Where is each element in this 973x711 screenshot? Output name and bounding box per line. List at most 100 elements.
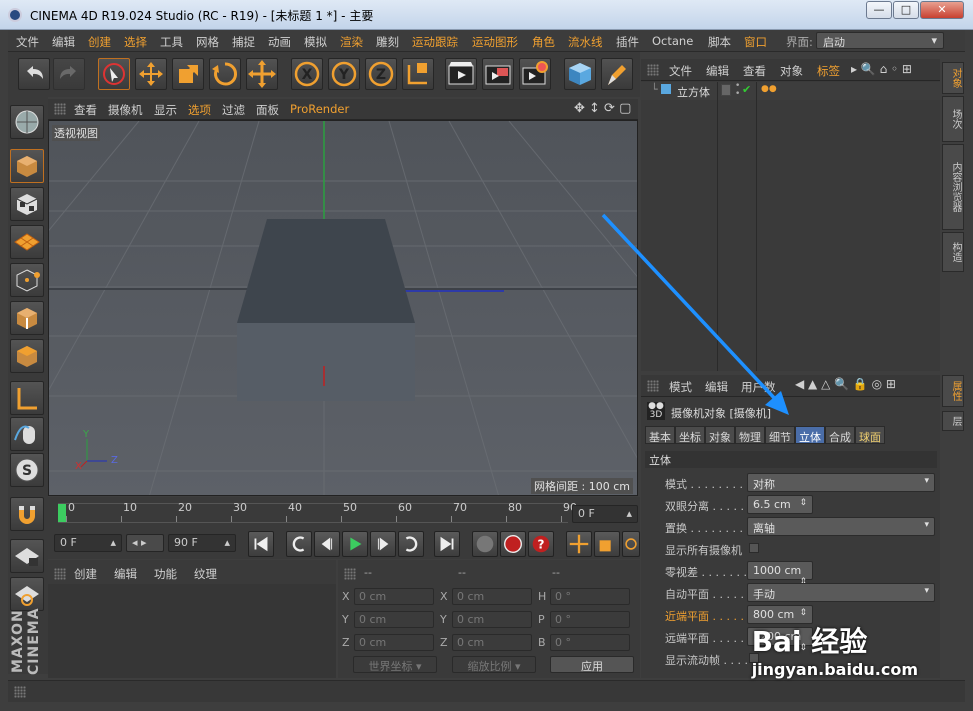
snap-button[interactable]: S bbox=[10, 453, 44, 487]
scale-button[interactable] bbox=[172, 58, 204, 90]
material-menu-0[interactable]: 创建 bbox=[74, 566, 97, 582]
material-menu-3[interactable]: 纹理 bbox=[194, 566, 217, 582]
go-to-start-button[interactable] bbox=[248, 531, 274, 557]
coord-field[interactable]: 0 cm bbox=[354, 634, 434, 651]
menu-13[interactable]: 角色 bbox=[532, 34, 555, 50]
attr-side-tab-1[interactable]: 层 bbox=[942, 411, 964, 431]
menu-16[interactable]: Octane bbox=[652, 34, 693, 48]
object-name[interactable]: 立方体 bbox=[677, 84, 710, 100]
maximize-button[interactable]: □ bbox=[893, 1, 919, 19]
point-mode-button[interactable] bbox=[10, 263, 44, 297]
viewport-nav-icons[interactable]: ✥ ↕ ⟳ ▢ bbox=[574, 101, 631, 116]
side-tab-0[interactable]: 对象 bbox=[942, 62, 964, 94]
axis-z-lock-button[interactable]: Z bbox=[365, 58, 397, 90]
render-view-button[interactable] bbox=[445, 58, 477, 90]
menu-9[interactable]: 渲染 bbox=[340, 34, 363, 50]
coord-scale-select[interactable]: 缩放比例 ▾ bbox=[452, 656, 536, 673]
autokey-button[interactable] bbox=[500, 531, 526, 557]
menu-3[interactable]: 选择 bbox=[124, 34, 147, 50]
frame-range-slider[interactable]: ◂ ▸ bbox=[126, 534, 164, 552]
axis-mode-button[interactable] bbox=[10, 381, 44, 415]
attr-tab-6[interactable]: 合成 bbox=[825, 426, 855, 444]
menu-6[interactable]: 捕捉 bbox=[232, 34, 255, 50]
workplane-button[interactable] bbox=[10, 225, 44, 259]
texture-mode-button[interactable] bbox=[10, 187, 44, 221]
menu-11[interactable]: 运动跟踪 bbox=[412, 34, 458, 50]
timeline-ruler[interactable]: 0 10 20 30 40 50 60 70 80 90 bbox=[58, 501, 577, 523]
next-key-button[interactable] bbox=[398, 531, 424, 557]
object-menu-2[interactable]: 查看 bbox=[743, 63, 766, 79]
object-menu-1[interactable]: 编辑 bbox=[706, 63, 729, 79]
object-manager-nav-icons[interactable]: ▸ 🔍 ⌂ ◦ ⊞ bbox=[851, 62, 912, 76]
keyframe-scale-button[interactable] bbox=[594, 531, 620, 557]
model-mode-button[interactable] bbox=[10, 149, 44, 183]
layer-icon[interactable] bbox=[721, 84, 731, 96]
prop-spinner[interactable]: 6.5 cm ⇕ bbox=[747, 495, 813, 514]
side-tab-1[interactable]: 场次 bbox=[942, 96, 964, 142]
menu-15[interactable]: 插件 bbox=[616, 34, 639, 50]
transform-button[interactable] bbox=[246, 58, 278, 90]
prop-spinner[interactable]: 1000 cm ⇕ bbox=[747, 561, 813, 587]
redo-button[interactable] bbox=[53, 58, 85, 90]
coord-system-select[interactable]: 世界坐标 ▾ bbox=[353, 656, 437, 673]
render-settings-button[interactable] bbox=[519, 58, 551, 90]
prop-dropdown[interactable]: 对称 ▾ bbox=[747, 473, 935, 492]
viewport-menu-1[interactable]: 摄像机 bbox=[108, 102, 143, 118]
rotate-button[interactable] bbox=[209, 58, 241, 90]
viewport-menu-3[interactable]: 选项 bbox=[188, 102, 211, 118]
side-tab-2[interactable]: 内容浏览器 bbox=[942, 144, 964, 230]
close-button[interactable]: ✕ bbox=[920, 1, 964, 19]
coord-field[interactable]: 0 ° bbox=[550, 634, 630, 651]
menu-12[interactable]: 运动图形 bbox=[472, 34, 518, 50]
undo-button[interactable] bbox=[18, 58, 50, 90]
layout-select[interactable]: 启动 ▾ bbox=[816, 32, 944, 49]
object-menu-0[interactable]: 文件 bbox=[669, 63, 692, 79]
enabled-check-icon[interactable]: ✔ bbox=[742, 83, 751, 96]
coord-field[interactable]: 0 cm bbox=[354, 588, 434, 605]
make-editable-button[interactable] bbox=[10, 105, 44, 139]
polygon-mode-button[interactable] bbox=[10, 339, 44, 373]
attribute-nav-icons[interactable]: ◀ ▲ △ 🔍 🔒 ◎ ⊞ bbox=[795, 377, 896, 391]
next-frame-button[interactable] bbox=[370, 531, 396, 557]
menu-1[interactable]: 编辑 bbox=[52, 34, 75, 50]
object-menu-4[interactable]: 标签 bbox=[817, 63, 840, 79]
menu-10[interactable]: 雕刻 bbox=[376, 34, 399, 50]
timeline[interactable]: 0 10 20 30 40 50 60 70 80 90 0 F ▴ bbox=[48, 497, 640, 529]
prev-frame-button[interactable] bbox=[314, 531, 340, 557]
pen-tool-button[interactable] bbox=[601, 58, 633, 90]
menu-18[interactable]: 窗口 bbox=[744, 34, 767, 50]
object-row[interactable]: └ 立方体 • • ✔ ●● bbox=[641, 82, 940, 100]
side-tab-3[interactable]: 构造 bbox=[942, 232, 964, 272]
prev-key-button[interactable] bbox=[286, 531, 312, 557]
prop-checkbox[interactable] bbox=[749, 543, 759, 553]
coord-field[interactable]: 0 cm bbox=[452, 588, 532, 605]
menu-0[interactable]: 文件 bbox=[16, 34, 39, 50]
visibility-dots-icon[interactable]: • • bbox=[735, 82, 740, 99]
live-select-button[interactable] bbox=[98, 58, 130, 90]
menu-2[interactable]: 创建 bbox=[88, 34, 111, 50]
axis-x-lock-button[interactable]: X bbox=[291, 58, 323, 90]
viewport-menu-0[interactable]: 查看 bbox=[74, 102, 97, 118]
viewport-menu-4[interactable]: 过滤 bbox=[222, 102, 245, 118]
coord-field[interactable]: 0 cm bbox=[452, 611, 532, 628]
object-menu-3[interactable]: 对象 bbox=[780, 63, 803, 79]
viewport-menu-5[interactable]: 面板 bbox=[256, 102, 279, 118]
attr-side-tab-0[interactable]: 属性 bbox=[942, 375, 964, 407]
playhead[interactable] bbox=[58, 504, 66, 522]
go-to-end-button[interactable] bbox=[434, 531, 460, 557]
prop-dropdown[interactable]: 离轴 ▾ bbox=[747, 517, 935, 536]
play-button[interactable] bbox=[342, 531, 368, 557]
viewport-menu-6[interactable]: ProRender bbox=[290, 102, 349, 116]
viewport-menu-2[interactable]: 显示 bbox=[154, 102, 177, 118]
tweak-mode-button[interactable] bbox=[10, 417, 44, 451]
render-picture-viewer-button[interactable] bbox=[482, 58, 514, 90]
menu-14[interactable]: 流水线 bbox=[568, 34, 603, 50]
menu-4[interactable]: 工具 bbox=[160, 34, 183, 50]
magnet-button[interactable] bbox=[10, 497, 44, 531]
coordinate-system-button[interactable] bbox=[402, 58, 434, 90]
menu-17[interactable]: 脚本 bbox=[708, 34, 731, 50]
material-menu-2[interactable]: 功能 bbox=[154, 566, 177, 582]
coord-field[interactable]: 0 cm bbox=[452, 634, 532, 651]
keyframe-rotate-button[interactable] bbox=[622, 531, 640, 557]
record-disabled-button[interactable] bbox=[472, 531, 498, 557]
